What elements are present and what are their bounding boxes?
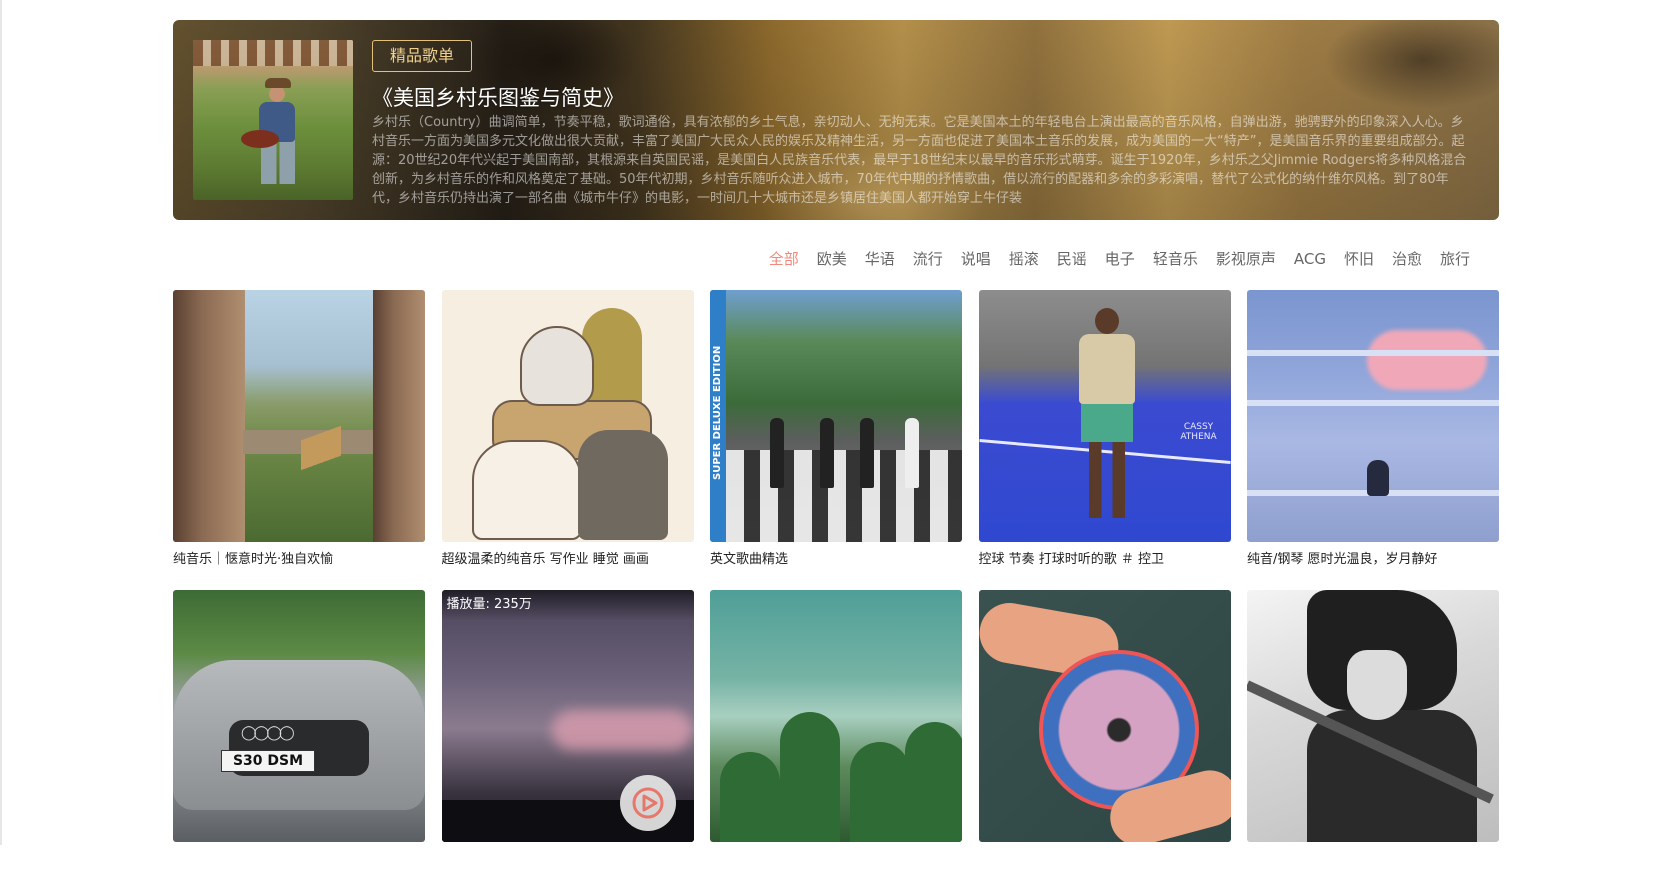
- tab-all[interactable]: 全部: [760, 246, 808, 272]
- tab-folk[interactable]: 民谣: [1048, 246, 1096, 272]
- tab-travel[interactable]: 旅行: [1431, 246, 1479, 272]
- playlist-card[interactable]: 播放量: 235万: [441, 590, 694, 890]
- page-edge: [0, 0, 2, 845]
- playlist-card[interactable]: [1247, 590, 1499, 890]
- featured-cover-image[interactable]: [193, 40, 353, 200]
- featured-title[interactable]: 《美国乡村乐图鉴与简史》: [372, 82, 624, 112]
- tab-healing[interactable]: 治愈: [1383, 246, 1431, 272]
- playlist-cover[interactable]: SUPER DELUXE EDITION: [710, 290, 962, 542]
- featured-playlist-banner[interactable]: 精品歌单 《美国乡村乐图鉴与简史》 乡村乐（Country）曲调简单，节奏平稳，…: [173, 20, 1499, 220]
- playlist-card[interactable]: [710, 590, 962, 890]
- playlist-cover[interactable]: CASSY ATHENA: [978, 290, 1231, 542]
- playlist-card[interactable]: [978, 590, 1231, 890]
- playlist-cover[interactable]: [441, 290, 694, 542]
- tab-pop[interactable]: 流行: [904, 246, 952, 272]
- playlist-cover[interactable]: ◯◯◯◯ S30 DSM: [173, 590, 425, 842]
- tab-nostalgia[interactable]: 怀旧: [1335, 246, 1383, 272]
- cover-plate-text: S30 DSM: [221, 750, 315, 772]
- cover-edition-text: SUPER DELUXE EDITION: [712, 345, 723, 480]
- playlist-title[interactable]: 超级温柔的纯音乐 写作业 睡觉 画画: [442, 548, 694, 567]
- playlist-cover[interactable]: [710, 590, 962, 842]
- playlist-cover[interactable]: [978, 590, 1231, 842]
- featured-tag: 精品歌单: [372, 40, 472, 72]
- playlist-card[interactable]: SUPER DELUXE EDITION 英文歌曲精选: [710, 290, 962, 590]
- playlist-cover[interactable]: 播放量: 235万: [441, 590, 694, 842]
- tab-chinese[interactable]: 华语: [856, 246, 904, 272]
- tab-light-music[interactable]: 轻音乐: [1144, 246, 1207, 272]
- playlist-card[interactable]: CASSY ATHENA 控球 节奏 打球时听的歌 ＃ 控卫: [978, 290, 1231, 590]
- playlist-card[interactable]: 超级温柔的纯音乐 写作业 睡觉 画画: [441, 290, 694, 590]
- play-button[interactable]: [619, 775, 676, 831]
- playlist-card[interactable]: 纯音乐｜惬意时光·独自欢愉: [173, 290, 425, 590]
- playlist-card[interactable]: 纯音/钢琴 愿时光温良，岁月静好: [1247, 290, 1499, 590]
- playlist-cover[interactable]: [1247, 590, 1499, 842]
- featured-description: 乡村乐（Country）曲调简单，节奏平稳，歌词通俗，具有浓郁的乡土气息，亲切动…: [372, 115, 1467, 205]
- playlist-title[interactable]: 控球 节奏 打球时听的歌 ＃ 控卫: [979, 548, 1231, 567]
- tab-acg[interactable]: ACG: [1285, 246, 1335, 272]
- tab-rap[interactable]: 说唱: [952, 246, 1000, 272]
- play-count: 播放量: 235万: [441, 590, 694, 620]
- playlist-grid: 纯音乐｜惬意时光·独自欢愉 超级温柔的纯音乐 写作业 睡觉 画画 SUPER D…: [173, 290, 1499, 890]
- playlist-cover[interactable]: [1247, 290, 1499, 542]
- playlist-title[interactable]: 英文歌曲精选: [710, 548, 962, 567]
- playlist-title[interactable]: 纯音/钢琴 愿时光温良，岁月静好: [1247, 548, 1499, 567]
- main-content: 精品歌单 《美国乡村乐图鉴与简史》 乡村乐（Country）曲调简单，节奏平稳，…: [173, 0, 1499, 842]
- tab-electronic[interactable]: 电子: [1096, 246, 1144, 272]
- play-circle-icon: [632, 787, 663, 819]
- playlist-title[interactable]: 纯音乐｜惬意时光·独自欢愉: [173, 548, 425, 567]
- playlist-cover[interactable]: [173, 290, 425, 542]
- playlist-card[interactable]: ◯◯◯◯ S30 DSM: [173, 590, 425, 890]
- tab-rock[interactable]: 摇滚: [1000, 246, 1048, 272]
- cover-shirt-text: CASSY ATHENA: [1180, 422, 1217, 442]
- category-tabs: 全部 欧美 华语 流行 说唱 摇滚 民谣 电子 轻音乐 影视原声 ACG 怀旧 …: [760, 246, 1479, 272]
- tab-western[interactable]: 欧美: [808, 246, 856, 272]
- tab-soundtrack[interactable]: 影视原声: [1207, 246, 1285, 272]
